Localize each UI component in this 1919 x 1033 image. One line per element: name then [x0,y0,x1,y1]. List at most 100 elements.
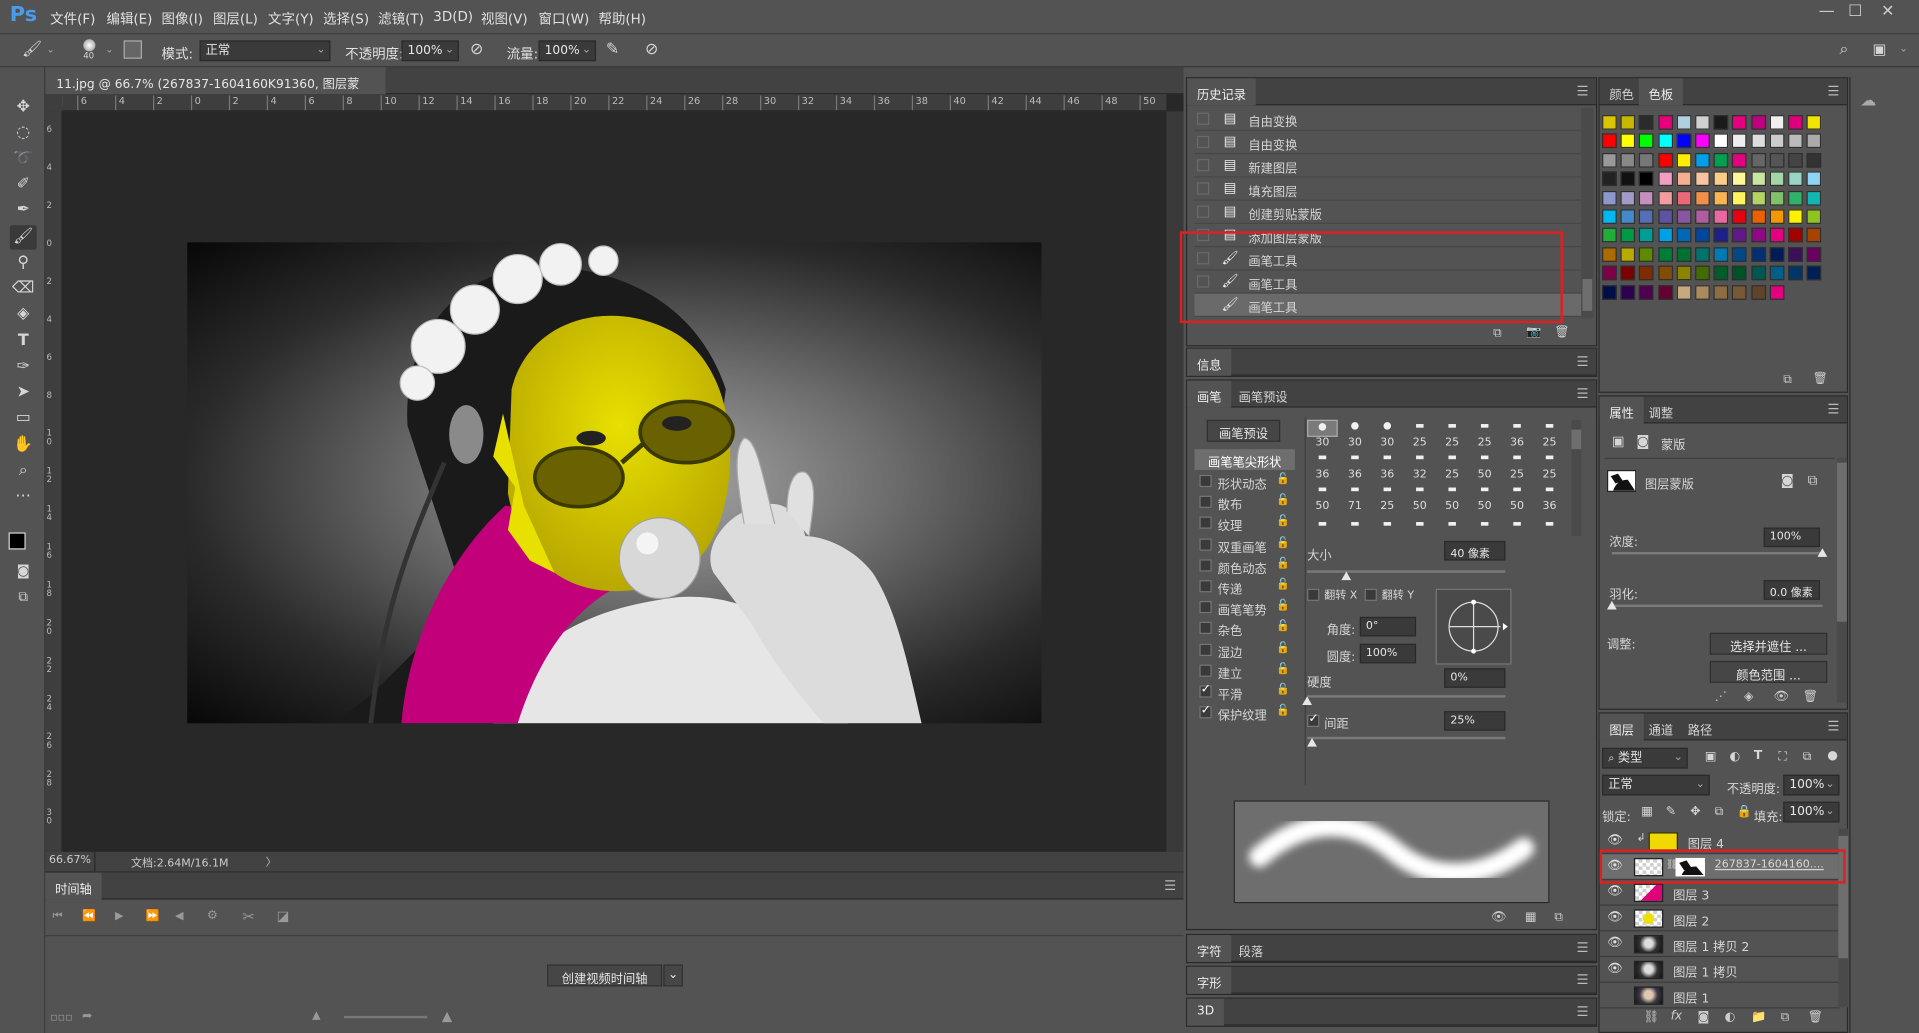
color-swatch[interactable] [1676,284,1692,300]
layer-row[interactable]: 图层 1 [1599,983,1840,1009]
color-swatch[interactable] [1676,265,1692,281]
ruler-origin[interactable] [45,94,63,112]
more-tools-icon[interactable]: ⋯ [10,485,37,509]
vector-mask-add-icon[interactable]: ⧉ [1808,472,1818,489]
airbrush-icon[interactable]: ✎ [606,40,619,58]
layer-thumbnail[interactable] [1633,935,1664,954]
layer-row[interactable]: 👁 图层 1 拷贝 2 [1599,931,1840,958]
menu-edit[interactable]: 编辑(E) [106,9,152,29]
color-swatch[interactable] [1695,152,1710,168]
filter-shape-icon[interactable]: ⛶ [1778,750,1787,763]
layer-filter-dropdown[interactable]: ⌕ 类型 ⌄ [1602,747,1688,769]
filter-adjustment-icon[interactable]: ◐ [1729,750,1740,763]
lock-icon[interactable]: 🔓 [1276,558,1290,570]
brush-option-item[interactable]: 湿边 🔓 [1192,640,1292,660]
color-swatch[interactable] [1657,133,1673,149]
pen-tool-icon[interactable]: ✑ [10,355,37,379]
brush-option-item[interactable]: 散布 🔓 [1192,492,1292,513]
quick-mask-icon[interactable]: ◙ [10,559,37,583]
color-swatch[interactable] [1713,284,1729,300]
color-swatch[interactable] [1639,284,1654,300]
brush-option-item[interactable]: 平滑 🔓 [1192,682,1292,703]
brush-tip-swatch[interactable]: ▬ [1437,452,1468,469]
lock-icon[interactable]: 🔓 [1276,705,1290,717]
lock-position-icon[interactable]: ✥ [1690,805,1700,818]
hardness-slider-knob[interactable] [1302,696,1313,705]
tab-swatches[interactable]: 色板 [1638,78,1683,106]
fx-icon[interactable]: fx [1671,1010,1683,1023]
play-icon[interactable]: ▶ [115,911,123,923]
color-swatch[interactable] [1602,228,1617,243]
panel-menu-icon[interactable]: ☰ [1577,1004,1589,1020]
density-input[interactable]: 100% [1763,527,1820,548]
history-source-checkbox[interactable] [1196,112,1210,125]
color-swatch[interactable] [1732,133,1747,149]
lock-all-icon[interactable]: 🔒 [1737,805,1752,818]
menu-file[interactable]: 文件(F) [50,9,95,29]
color-swatch[interactable] [1750,246,1766,262]
history-source-checkbox[interactable] [1196,159,1210,172]
toggle-preview-icon[interactable]: 👁 [1491,911,1507,924]
color-swatch[interactable] [1788,265,1803,281]
menu-window[interactable]: 窗口(W) [539,9,590,29]
toggle-mask-eye-icon[interactable]: 👁 [1773,690,1789,703]
brush-tip-swatch[interactable]: ● [1307,419,1338,437]
audio-icon[interactable]: ◀ [175,911,183,923]
lock-icon[interactable]: 🔓 [1276,642,1290,654]
filter-type-icon[interactable]: T [1754,749,1762,762]
layer-row[interactable]: 👁 图层 1 拷贝 [1599,957,1840,983]
color-swatch[interactable] [1602,133,1617,149]
menu-view[interactable]: 视图(V) [481,9,528,29]
pressure-opacity-icon[interactable]: ⊘ [470,40,483,58]
color-swatch[interactable] [1732,152,1747,168]
tab-character[interactable]: 字符 [1187,935,1232,962]
color-swatch[interactable] [1750,209,1766,224]
color-swatch[interactable] [1639,228,1654,243]
color-swatch[interactable] [1620,152,1636,168]
vector-mask-icon[interactable]: ◙ [1636,433,1649,449]
pressure-size-icon[interactable]: ⊘ [645,40,658,58]
color-swatch[interactable] [1713,115,1729,130]
tab-brush[interactable]: 画笔 [1187,380,1232,408]
document-tab[interactable]: 11.jpg @ 66.7% (267837-1604160K91360, 图层… [45,67,386,110]
color-swatch[interactable] [1620,171,1636,187]
color-swatch[interactable] [1788,171,1803,187]
brush-option-item[interactable]: 传递 🔓 [1192,576,1292,597]
angle-roundness-widget[interactable] [1435,588,1512,665]
lock-icon[interactable]: 🔓 [1276,516,1290,528]
zoom-in-icon[interactable]: ▲ [442,1008,452,1024]
brush-tip-swatch[interactable]: ▬ [1307,452,1338,469]
color-swatch[interactable] [1788,209,1803,224]
maximize-button[interactable]: ☐ [1848,2,1862,20]
lock-icon[interactable]: 🔓 [1276,663,1290,675]
color-swatch[interactable] [1750,228,1766,243]
layer-opacity-input[interactable]: 100% ⌄ [1783,774,1840,796]
menu-image[interactable]: 图像(I) [162,9,203,29]
history-source-checkbox[interactable] [1196,135,1210,149]
color-swatch[interactable] [1732,284,1747,300]
panel-menu-icon[interactable]: ☰ [1577,354,1589,370]
color-swatch[interactable] [1732,190,1747,206]
tab-history[interactable]: 历史记录 [1187,78,1256,106]
brush-tip-swatch[interactable]: ▬ [1534,518,1565,535]
panel-menu-icon[interactable]: ☰ [1577,83,1589,99]
eye-visibility-icon[interactable]: 👁 [1607,911,1623,924]
brush-tool-icon[interactable]: 🖌 [9,225,37,250]
tab-channels[interactable]: 通道 [1639,714,1683,741]
brush-option-checkbox[interactable] [1199,601,1212,614]
color-swatch[interactable] [1713,228,1729,243]
vertical-scrollbar[interactable] [1166,111,1184,852]
color-swatch[interactable] [1676,171,1692,187]
filter-smart-icon[interactable]: ⧉ [1803,750,1812,763]
color-swatch[interactable] [1620,228,1636,243]
brush-option-checkbox[interactable] [1199,538,1212,551]
hardness-slider[interactable] [1307,695,1506,698]
foreground-color-swatch[interactable] [8,532,26,550]
color-swatch[interactable] [1788,228,1803,243]
brush-option-checkbox[interactable] [1199,495,1212,509]
color-swatch[interactable] [1639,152,1654,168]
brush-tip-swatch[interactable]: ▬ [1340,452,1371,469]
tab-timeline[interactable]: 时间轴 [45,872,102,900]
brush-option-item[interactable]: 建立 🔓 [1192,661,1292,681]
trash-icon[interactable]: 🗑 [1813,372,1829,385]
